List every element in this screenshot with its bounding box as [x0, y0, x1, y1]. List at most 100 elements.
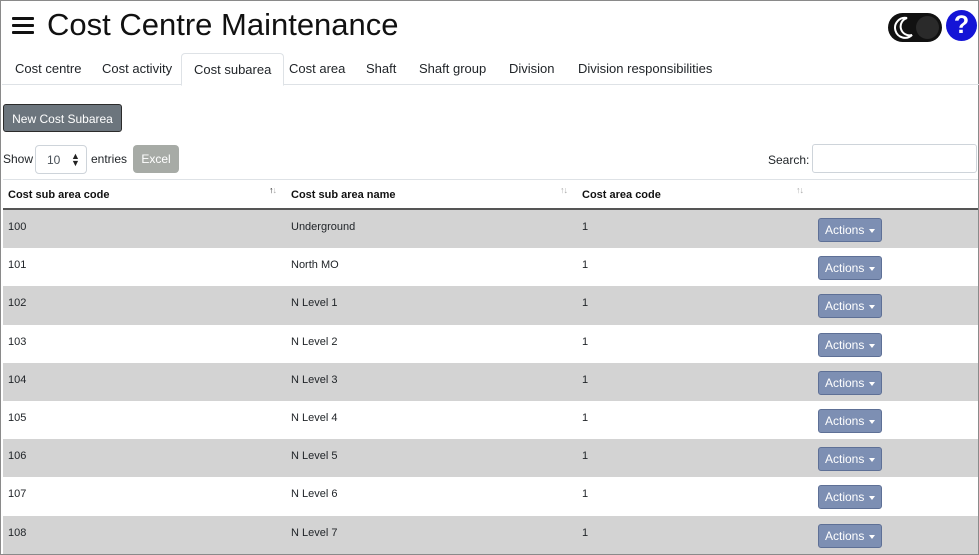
actions-dropdown-button[interactable]: Actions: [818, 256, 882, 281]
caret-down-icon: [869, 229, 875, 233]
actions-label: Actions: [825, 375, 865, 390]
actions-dropdown-button[interactable]: Actions: [818, 370, 882, 395]
table-row: 101 North MO 1 Actions: [3, 248, 978, 287]
tab-shaft-group[interactable]: Shaft group: [407, 53, 498, 85]
actions-dropdown-button[interactable]: Actions: [818, 447, 882, 472]
caret-down-icon: [869, 419, 875, 424]
cell-code: 108: [8, 526, 27, 539]
sort-icon[interactable]: ↑↓: [560, 185, 568, 195]
caret-down-icon: [869, 534, 875, 539]
actions-label: Actions: [825, 261, 865, 276]
caret-down-icon: [869, 343, 875, 348]
actions-label: Actions: [825, 223, 865, 237]
table-body: 100 Underground 1 Actions 101 North MO 1 Action…: [3, 210, 978, 554]
tab-bar: Cost centre Cost activity Cost subarea C…: [2, 53, 979, 86]
actions-label: Actions: [825, 337, 865, 352]
cell-name: N Level 5: [291, 450, 338, 463]
cell-name: N Level 7: [291, 526, 338, 539]
new-cost-subarea-button[interactable]: New Cost Subarea: [3, 104, 122, 132]
page-title: Cost Centre Maintenance: [47, 7, 399, 42]
cell-code: 104: [8, 373, 27, 386]
column-header-label: Cost area code: [582, 189, 661, 201]
cell-area-code: 1: [582, 526, 589, 539]
cell-name: N Level 3: [291, 373, 338, 386]
tab-cost-activity[interactable]: Cost activity: [90, 53, 184, 85]
tab-cost-area[interactable]: Cost area: [277, 53, 357, 85]
page-length-value: 10: [47, 153, 61, 167]
table-row: 103 N Level 2 1 Actions: [3, 324, 978, 363]
moon-icon: [894, 16, 913, 39]
cell-area-code: 1: [582, 373, 589, 386]
caret-down-icon: [869, 381, 875, 386]
page-length-select[interactable]: 10 ▲ ▼: [35, 145, 87, 174]
cell-area-code: 1: [582, 411, 589, 424]
help-button[interactable]: ?: [946, 10, 977, 41]
table-row: 104 N Level 3 1 Actions: [3, 362, 978, 401]
cell-area-code: 1: [582, 297, 589, 310]
entries-label: entries: [91, 152, 128, 166]
tab-cost-subarea[interactable]: Cost subarea: [181, 53, 285, 86]
column-header-label: Cost sub area name: [291, 189, 396, 201]
actions-label: Actions: [825, 528, 865, 543]
caret-down-icon: [869, 305, 875, 310]
column-header-code[interactable]: Cost sub area code: [8, 180, 109, 210]
caret-down-icon: [869, 458, 875, 463]
sort-icon[interactable]: ↑↓: [796, 185, 804, 195]
tab-division[interactable]: Division: [497, 53, 567, 85]
cell-area-code: 1: [582, 259, 589, 272]
excel-export-button[interactable]: Excel: [133, 145, 179, 173]
cell-name: N Level 6: [291, 488, 338, 501]
app-frame: Cost Centre Maintenance ? Cost centre Co…: [0, 0, 979, 555]
cell-area-code: 1: [582, 450, 589, 463]
hamburger-menu-icon[interactable]: [12, 15, 34, 35]
cost-subarea-table: Cost sub area code ↑↓ Cost sub area name…: [3, 179, 978, 554]
cell-area-code: 1: [582, 488, 589, 501]
table-row: 107 N Level 6 1 Actions: [3, 477, 978, 516]
table-row: 100 Underground 1 Actions: [3, 210, 978, 249]
caret-down-icon: [869, 496, 875, 501]
cell-name: North MO: [291, 259, 339, 272]
actions-dropdown-button[interactable]: Actions: [818, 294, 882, 319]
column-header-name[interactable]: Cost sub area name: [291, 180, 396, 210]
actions-dropdown-button[interactable]: Actions: [818, 485, 882, 510]
toggle-knob: [916, 16, 939, 39]
table-header: Cost sub area code ↑↓ Cost sub area name…: [3, 180, 978, 210]
search-label: Search:: [768, 153, 810, 167]
show-label: Show: [3, 152, 34, 166]
actions-dropdown-button[interactable]: Actions: [818, 408, 882, 433]
sort-asc-icon[interactable]: ↑↓: [269, 185, 277, 195]
tab-division-responsibilities[interactable]: Division responsibilities: [566, 53, 724, 85]
table-row: 106 N Level 5 1 Actions: [3, 439, 978, 478]
table-row: 102 N Level 1 1 Actions: [3, 286, 978, 325]
cell-name: N Level 2: [291, 335, 338, 348]
search-input[interactable]: [812, 144, 977, 173]
caret-down-icon: [869, 267, 875, 272]
column-header-label: Cost sub area code: [8, 189, 110, 201]
actions-label: Actions: [825, 452, 865, 467]
cell-area-code: 1: [582, 335, 589, 348]
cell-code: 101: [8, 259, 27, 272]
theme-toggle[interactable]: [888, 13, 942, 42]
tab-shaft[interactable]: Shaft: [354, 53, 408, 85]
cell-code: 102: [8, 297, 27, 310]
tab-cost-centre[interactable]: Cost centre: [3, 53, 93, 85]
cell-code: 105: [8, 411, 27, 424]
cell-code: 107: [8, 488, 27, 501]
cell-name: Underground: [291, 221, 356, 233]
cell-code: 106: [8, 450, 27, 463]
cell-name: N Level 4: [291, 411, 338, 424]
actions-dropdown-button[interactable]: Actions: [818, 523, 882, 548]
updown-caret-icon: ▲ ▼: [71, 151, 80, 168]
cell-code: 100: [8, 221, 27, 233]
cell-name: N Level 1: [291, 297, 338, 310]
actions-dropdown-button[interactable]: Actions: [818, 332, 882, 357]
cell-area-code: 1: [582, 221, 589, 233]
table-row: 105 N Level 4 1 Actions: [3, 400, 978, 440]
actions-label: Actions: [825, 490, 865, 505]
cell-code: 103: [8, 335, 27, 348]
actions-label: Actions: [825, 299, 865, 314]
actions-label: Actions: [825, 413, 865, 428]
actions-dropdown-button[interactable]: Actions: [818, 218, 882, 242]
table-row: 108 N Level 7 1 Actions: [3, 515, 978, 554]
column-header-area-code[interactable]: Cost area code: [582, 180, 661, 210]
